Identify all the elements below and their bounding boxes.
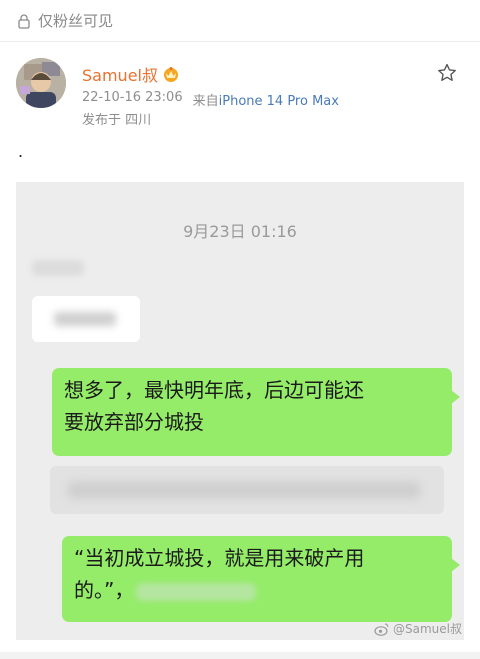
blurred-incoming-bubble bbox=[32, 296, 140, 342]
weibo-icon bbox=[374, 622, 389, 636]
star-icon[interactable] bbox=[436, 62, 458, 84]
message-line: 要放弃部分城投 bbox=[64, 410, 204, 434]
watermark: @Samuel叔 bbox=[374, 620, 462, 637]
visibility-label: 仅粉丝可见 bbox=[38, 12, 114, 30]
lock-icon bbox=[18, 13, 30, 29]
avatar[interactable] bbox=[16, 58, 66, 108]
post-timestamp: 22-10-16 23:06 bbox=[82, 90, 183, 105]
avatar-image bbox=[16, 58, 66, 108]
author-name-row: Samuel叔 bbox=[82, 62, 180, 86]
post-meta: 22-10-16 23:06 来自iPhone 14 Pro Max bbox=[82, 90, 339, 109]
author-name[interactable]: Samuel叔 bbox=[82, 62, 158, 86]
post-location: 发布于 四川 bbox=[82, 113, 152, 128]
source-prefix: 来自 bbox=[192, 94, 219, 109]
message-line-with-redaction: 的。”， bbox=[74, 574, 440, 606]
section-divider bbox=[0, 652, 480, 659]
outgoing-message-bubble: “当初成立城投，就是用来破产用 的。”， bbox=[62, 536, 460, 622]
blurred-text bbox=[136, 582, 257, 601]
post-source: 来自iPhone 14 Pro Max bbox=[193, 90, 339, 109]
blurred-sender-name bbox=[32, 260, 84, 276]
message-line: “当初成立城投，就是用来破产用 bbox=[74, 546, 365, 570]
watermark-text: @Samuel叔 bbox=[393, 622, 462, 636]
source-device[interactable]: iPhone 14 Pro Max bbox=[219, 94, 339, 109]
chat-timestamp: 9月23日 01:16 bbox=[183, 222, 297, 241]
chat-screenshot-image[interactable]: 9月23日 01:16 想多了，最快明年底，后边可能还 要放弃部分城投 “当初成… bbox=[16, 182, 464, 640]
message-text: 的。”， bbox=[74, 578, 135, 602]
blurred-message-block bbox=[50, 466, 444, 514]
author-header: Samuel叔 22-10-16 23:06 来自iPhone 14 Pro M… bbox=[16, 58, 464, 128]
message-line: 想多了，最快明年底，后边可能还 bbox=[64, 378, 364, 402]
outgoing-message-bubble: 想多了，最快明年底，后边可能还 要放弃部分城投 bbox=[52, 368, 460, 456]
post-text: . bbox=[18, 142, 24, 161]
visibility-bar: 仅粉丝可见 bbox=[0, 0, 480, 42]
vip-crown-icon bbox=[163, 67, 178, 82]
